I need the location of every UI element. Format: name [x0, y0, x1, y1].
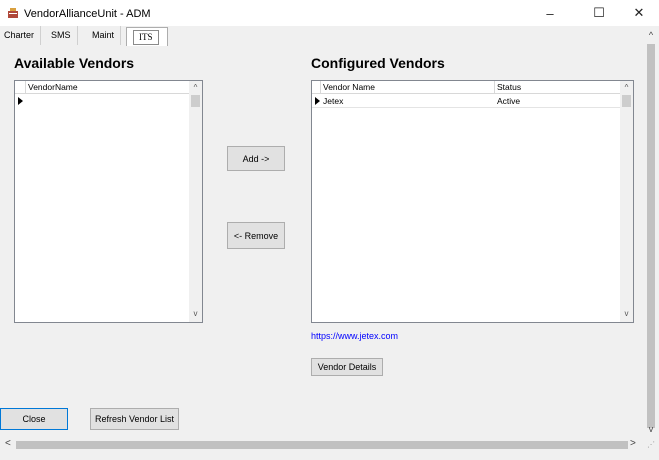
scroll-up-arrow-icon[interactable]: ^ — [620, 82, 633, 94]
column-divider — [25, 81, 26, 94]
tab-its[interactable]: ITS — [126, 27, 168, 46]
remove-button[interactable]: <- Remove — [227, 222, 285, 249]
configured-vendors-grid[interactable]: Vendor Name Status Jetex Active ^ v — [311, 80, 634, 323]
scroll-up-arrow-icon[interactable]: ^ — [643, 30, 659, 40]
form-vertical-scrollbar[interactable]: ^ v — [643, 26, 659, 437]
minimize-button[interactable]: – — [530, 0, 570, 26]
configured-vendors-heading: Configured Vendors — [311, 55, 445, 71]
tab-charter[interactable]: Charter — [0, 26, 42, 45]
form-horizontal-scrollbar[interactable]: < > — [0, 437, 643, 453]
title-bar: VendorAllianceUnit - ADM – ☐ ✕ — [0, 0, 659, 26]
scroll-up-arrow-icon[interactable]: ^ — [189, 82, 202, 94]
tab-its-label: ITS — [133, 30, 159, 45]
window-title: VendorAllianceUnit - ADM — [24, 8, 151, 20]
row-indicator-icon — [315, 97, 320, 105]
new-row[interactable] — [15, 95, 189, 108]
refresh-vendor-list-button[interactable]: Refresh Vendor List — [90, 408, 179, 430]
column-header-vendor-name[interactable]: Vendor Name — [323, 82, 375, 92]
row-indicator-icon — [18, 97, 23, 105]
maximize-button[interactable]: ☐ — [579, 0, 619, 26]
column-divider — [494, 81, 495, 94]
scroll-down-arrow-icon[interactable]: v — [189, 308, 202, 320]
vendor-name-cell[interactable]: Jetex — [323, 96, 343, 106]
available-vendors-scrollbar[interactable]: ^ v — [189, 81, 202, 322]
grid-header: VendorName — [15, 81, 189, 94]
available-vendors-heading: Available Vendors — [14, 55, 135, 71]
column-header-vendorname[interactable]: VendorName — [28, 82, 78, 92]
close-button[interactable]: Close — [0, 408, 68, 430]
scroll-left-arrow-icon[interactable]: < — [5, 438, 11, 449]
vendor-details-button[interactable]: Vendor Details — [311, 358, 383, 376]
scroll-down-arrow-icon[interactable]: v — [643, 424, 659, 434]
scroll-thumb[interactable] — [622, 95, 631, 107]
scroll-thumb[interactable] — [16, 441, 628, 449]
column-divider — [320, 81, 321, 94]
scroll-right-arrow-icon[interactable]: > — [630, 438, 636, 449]
tab-maint[interactable]: Maint — [86, 26, 122, 45]
resize-grip-icon[interactable]: ⋰ — [643, 437, 659, 453]
vendor-website-link[interactable]: https://www.jetex.com — [311, 331, 398, 341]
add-button[interactable]: Add -> — [227, 146, 285, 171]
tab-sms[interactable]: SMS — [45, 26, 78, 45]
available-vendors-grid[interactable]: VendorName ^ v — [14, 80, 203, 323]
scroll-thumb[interactable] — [191, 95, 200, 107]
close-window-button[interactable]: ✕ — [619, 0, 659, 26]
table-row[interactable]: Jetex Active — [312, 95, 620, 108]
app-icon — [8, 8, 18, 18]
column-header-status[interactable]: Status — [497, 82, 521, 92]
scroll-down-arrow-icon[interactable]: v — [620, 308, 633, 320]
configured-vendors-scrollbar[interactable]: ^ v — [620, 81, 633, 322]
scroll-thumb[interactable] — [647, 44, 655, 428]
grid-header: Vendor Name Status — [312, 81, 620, 94]
status-cell[interactable]: Active — [497, 96, 520, 106]
